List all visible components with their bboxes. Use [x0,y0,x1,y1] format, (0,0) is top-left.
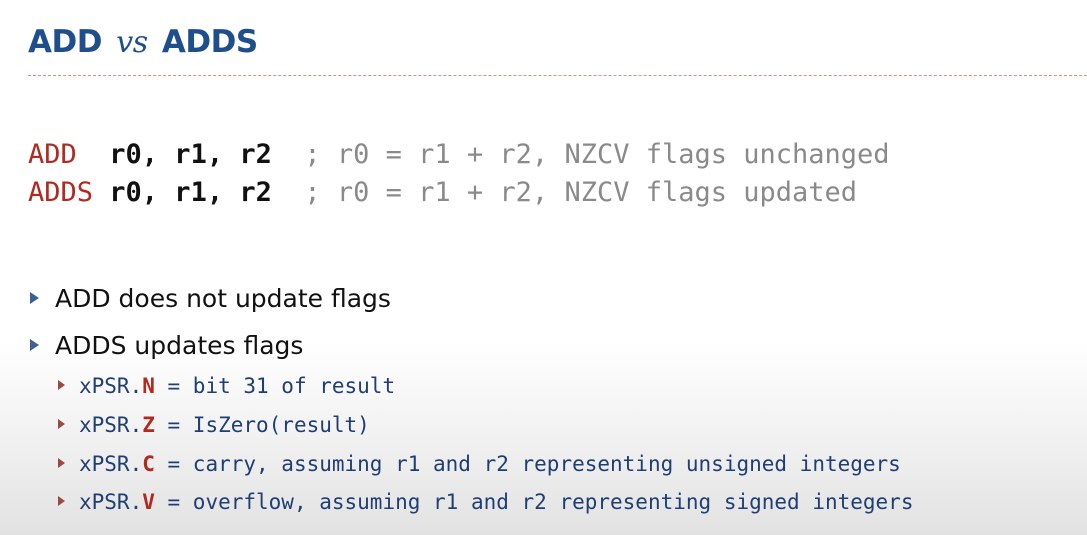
sub-bullet-n: xPSR.N = bit 31 of result [58,371,395,401]
sub-text: = IsZero(result) [154,413,370,437]
sub-prefix: xPSR. [79,374,143,398]
sub-text: = carry, assuming r1 and r2 representing… [154,452,901,476]
code-mnemonic: ADDS [28,177,94,208]
bullet-triangle-icon [30,292,39,304]
title-divider [28,75,1087,76]
sub-bullet-c: xPSR.C = carry, assuming r1 and r2 repre… [58,449,901,479]
code-line-adds: ADDS r0, r1, r2 ; r0 = r1 + r2, NZCV fla… [28,174,857,212]
slide-title: ADD vs ADDS [28,24,258,74]
flag-letter: Z [142,413,155,437]
sub-bullet-triangle-icon [58,458,65,468]
sub-text: = overflow, assuming r1 and r2 represent… [154,490,914,514]
sub-prefix: xPSR. [79,452,143,476]
flag-letter: V [142,490,155,514]
sub-bullet-triangle-icon [58,419,65,429]
flag-letter: C [142,452,155,476]
title-adds: ADDS [161,24,258,60]
code-operands: r0, r1, r2 [93,139,272,170]
sub-prefix: xPSR. [79,413,143,437]
title-add: ADD [28,24,102,60]
code-line-add: ADD r0, r1, r2 ; r0 = r1 + r2, NZCV flag… [28,136,890,174]
bullet-triangle-icon [30,339,39,351]
sub-bullet-z: xPSR.Z = IsZero(result) [58,410,370,440]
bullet-text: ADD does not update flags [55,284,391,313]
bullet-adds: ADDS updates flags [30,329,303,363]
code-comment: ; r0 = r1 + r2, NZCV flags unchanged [271,139,890,170]
bullet-text: ADDS updates flags [55,331,304,360]
code-operands: r0, r1, r2 [93,177,272,208]
sub-prefix: xPSR. [79,490,143,514]
sub-bullet-v: xPSR.V = overflow, assuming r1 and r2 re… [58,487,913,517]
code-mnemonic: ADD [28,139,94,170]
sub-bullet-triangle-icon [58,380,65,390]
flag-letter: N [142,374,155,398]
code-comment: ; r0 = r1 + r2, NZCV flags updated [271,177,858,208]
sub-bullet-triangle-icon [58,496,65,506]
bullet-add: ADD does not update flags [30,282,391,316]
sub-text: = bit 31 of result [154,374,396,398]
title-vs: vs [116,25,148,60]
